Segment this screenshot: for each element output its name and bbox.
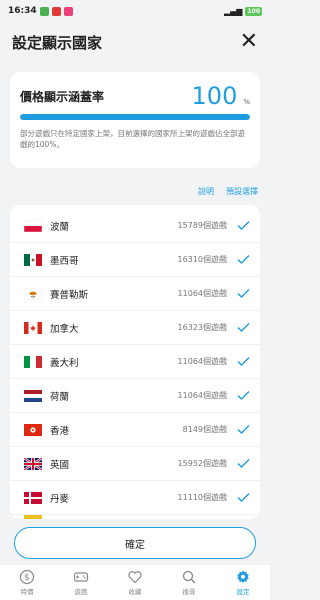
game-count: 11064個遊戲	[177, 289, 227, 298]
poland-flag-icon	[24, 219, 42, 232]
dollar-icon: $	[19, 569, 35, 585]
nav-label: 設定	[236, 588, 250, 596]
gamepad-icon	[73, 572, 89, 582]
nav-label: 特價	[20, 588, 34, 596]
coverage-progress-bar	[20, 114, 250, 120]
links-bar: 說明 預設選擇	[0, 186, 270, 200]
hongkong-flag-icon	[24, 423, 42, 436]
country-name: 墨西哥	[50, 255, 79, 267]
italy-flag-icon	[24, 355, 42, 368]
search-icon	[182, 570, 196, 584]
heart-icon	[128, 571, 142, 584]
list-item[interactable]: 賽普勒斯 11064個遊戲	[10, 277, 260, 311]
netherlands-flag-icon	[24, 389, 42, 402]
notification-app-icon	[51, 6, 61, 16]
checkmark-icon[interactable]	[237, 492, 250, 503]
preset-selection-link[interactable]: 預設選擇	[226, 186, 258, 200]
nav-tab[interactable]: $ 特價	[0, 565, 54, 600]
checkmark-icon[interactable]	[237, 458, 250, 469]
nav-tab[interactable]: 遊戲	[54, 565, 108, 600]
mexico-flag-icon	[24, 253, 42, 266]
country-name: 英國	[50, 459, 70, 471]
confirm-button[interactable]: 確定	[14, 527, 256, 559]
game-count: 11064個遊戲	[177, 391, 227, 400]
checkmark-icon[interactable]	[237, 390, 250, 401]
list-item[interactable]: 香港 8149個遊戲	[10, 413, 260, 447]
denmark-flag-icon	[24, 491, 42, 504]
checkmark-icon[interactable]	[237, 220, 250, 231]
country-name: 丹麥	[50, 493, 70, 505]
list-item-partial	[10, 515, 260, 519]
country-name: 香港	[50, 425, 70, 437]
nav-tab[interactable]: 收藏	[108, 565, 162, 600]
status-time: 16:34	[8, 6, 37, 16]
bottom-nav: $ 特價 遊戲 收藏 搜尋 設定	[0, 565, 270, 600]
country-list: 波蘭 15789個遊戲 墨西哥 16310個遊戲 賽普勒斯 11064個遊戲 加拿大 1632…	[10, 205, 260, 519]
notification-app-icon	[39, 6, 49, 16]
nav-tab[interactable]: 搜尋	[162, 565, 216, 600]
list-item[interactable]: 波蘭 15789個遊戲	[10, 209, 260, 243]
uk-flag-icon	[24, 457, 42, 470]
header: 設定顯示國家 ✕	[0, 22, 270, 62]
game-count: 15789個遊戲	[177, 221, 227, 230]
game-count: 16310個遊戲	[177, 255, 227, 264]
signal-icon: ▂▄▆	[224, 6, 243, 16]
checkmark-icon[interactable]	[237, 288, 250, 299]
list-item[interactable]: 加拿大 16323個遊戲	[10, 311, 260, 345]
country-name: 賽普勒斯	[50, 289, 89, 301]
game-count: 15952個遊戲	[177, 459, 227, 468]
game-count: 8149個遊戲	[182, 425, 227, 434]
gear-icon	[237, 570, 249, 584]
status-bar: 16:34 ▂▄▆ 100	[0, 0, 270, 22]
coverage-unit: %	[243, 98, 250, 106]
country-name: 波蘭	[50, 221, 70, 233]
checkmark-icon[interactable]	[237, 424, 250, 435]
battery-icon: 100	[245, 6, 262, 16]
nav-tab[interactable]: 設定	[216, 565, 270, 600]
notification-app-icon	[63, 6, 73, 16]
nav-label: 遊戲	[74, 588, 88, 596]
checkmark-icon[interactable]	[237, 254, 250, 265]
canada-flag-icon	[24, 321, 42, 334]
country-name: 荷蘭	[50, 391, 70, 403]
country-name: 義大利	[50, 357, 79, 369]
coverage-description: 部分遊戲只在特定國家上架，目前選擇的國家所上架的遊戲佔全部遊戲的100%。	[20, 129, 245, 149]
country-name: 加拿大	[50, 323, 79, 335]
coverage-value: 100	[191, 82, 238, 110]
game-count: 11064個遊戲	[177, 357, 227, 366]
page-title: 設定顯示國家	[12, 33, 103, 52]
list-item[interactable]: 墨西哥 16310個遊戲	[10, 243, 260, 277]
help-link[interactable]: 說明	[198, 186, 214, 200]
cyprus-flag-icon	[24, 287, 42, 300]
game-count: 11110個遊戲	[177, 493, 227, 502]
list-item[interactable]: 丹麥 11110個遊戲	[10, 481, 260, 515]
checkmark-icon[interactable]	[237, 322, 250, 333]
nav-label: 搜尋	[182, 588, 196, 596]
svg-text:$: $	[24, 573, 30, 583]
list-item[interactable]: 義大利 11064個遊戲	[10, 345, 260, 379]
checkmark-icon[interactable]	[237, 356, 250, 367]
coverage-label: 價格顯示涵蓋率	[20, 89, 105, 104]
list-item[interactable]: 英國 15952個遊戲	[10, 447, 260, 481]
flag-icon	[24, 515, 42, 519]
game-count: 16323個遊戲	[177, 323, 227, 332]
coverage-progress-fill	[20, 114, 250, 120]
list-item[interactable]: 荷蘭 11064個遊戲	[10, 379, 260, 413]
coverage-card: 價格顯示涵蓋率 100 % 部分遊戲只在特定國家上架，目前選擇的國家所上架的遊戲…	[10, 72, 260, 168]
close-button[interactable]: ✕	[240, 31, 258, 53]
nav-label: 收藏	[128, 588, 142, 596]
